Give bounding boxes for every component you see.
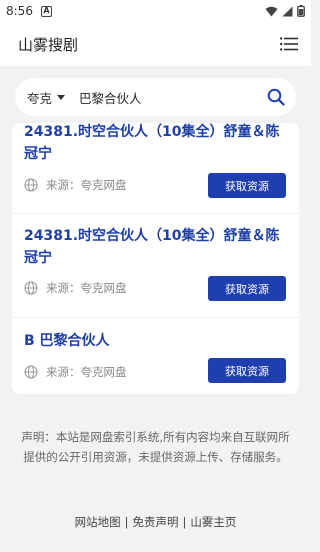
result-source: 来源：夸克网盘 bbox=[24, 280, 127, 296]
result-source-text: 来源：夸克网盘 bbox=[46, 178, 127, 192]
notification-icon: A bbox=[40, 5, 52, 17]
search-type-dropdown[interactable]: 夸克 bbox=[27, 88, 66, 107]
result-source-text: 来源：夸克网盘 bbox=[46, 281, 127, 295]
menu-icon bbox=[280, 37, 298, 51]
search-icon bbox=[267, 88, 285, 106]
search-input[interactable] bbox=[79, 89, 250, 105]
caret-down-icon bbox=[57, 94, 66, 100]
result-source-text: 来源：夸克网盘 bbox=[46, 365, 127, 379]
result-item: 24381.时空合伙人（10集全）舒童＆陈冠宁 来源：夸克网盘 获取资源 bbox=[12, 123, 299, 214]
result-item: 24381.时空合伙人（10集全）舒童＆陈冠宁 来源：夸克网盘 获取资源 bbox=[12, 214, 299, 318]
get-resource-button[interactable]: 获取资源 bbox=[208, 173, 286, 198]
disclaimer-text: 声明：本站是网盘索引系统,所有内容均来自互联网所提供的公开引用资源，未提供资源上… bbox=[21, 430, 290, 464]
result-title[interactable]: B 巴黎合伙人 bbox=[24, 330, 289, 352]
search-button[interactable] bbox=[264, 85, 288, 109]
app-header: 山雾搜剧 bbox=[0, 22, 311, 66]
status-bar: 8:56 A bbox=[0, 0, 311, 22]
globe-icon bbox=[24, 365, 38, 379]
result-item: B 巴黎合伙人 来源：夸克网盘 获取资源 bbox=[12, 318, 299, 394]
footer-link-home[interactable]: 山雾主页 bbox=[190, 515, 236, 529]
search-type-label: 夸克 bbox=[27, 90, 53, 106]
get-resource-button[interactable]: 获取资源 bbox=[208, 358, 286, 383]
footer-links: 网站地图 | 免责声明 | 山雾主页 bbox=[0, 514, 311, 530]
search-bar: 夸克 bbox=[15, 78, 296, 116]
globe-icon bbox=[24, 281, 38, 295]
result-source: 来源：夸克网盘 bbox=[24, 177, 127, 193]
result-title[interactable]: 24381.时空合伙人（10集全）舒童＆陈冠宁 bbox=[24, 225, 289, 269]
result-title[interactable]: 24381.时空合伙人（10集全）舒童＆陈冠宁 bbox=[24, 123, 289, 165]
menu-button[interactable] bbox=[279, 35, 299, 53]
footer-separator: | bbox=[182, 515, 187, 529]
get-resource-button[interactable]: 获取资源 bbox=[208, 276, 286, 301]
footer-link-sitemap[interactable]: 网站地图 bbox=[75, 515, 121, 529]
result-source: 来源：夸克网盘 bbox=[24, 364, 127, 380]
wifi-icon bbox=[265, 6, 278, 16]
signal-icon bbox=[282, 6, 293, 16]
site-title[interactable]: 山雾搜剧 bbox=[18, 34, 78, 55]
results-list: 24381.时空合伙人（10集全）舒童＆陈冠宁 来源：夸克网盘 获取资源 243… bbox=[12, 123, 299, 394]
globe-icon bbox=[24, 178, 38, 192]
battery-icon bbox=[297, 5, 305, 17]
status-time: 8:56 bbox=[6, 4, 33, 18]
footer-separator: | bbox=[124, 515, 129, 529]
status-icons bbox=[265, 5, 305, 17]
footer-link-disclaimer[interactable]: 免责声明 bbox=[133, 515, 179, 529]
